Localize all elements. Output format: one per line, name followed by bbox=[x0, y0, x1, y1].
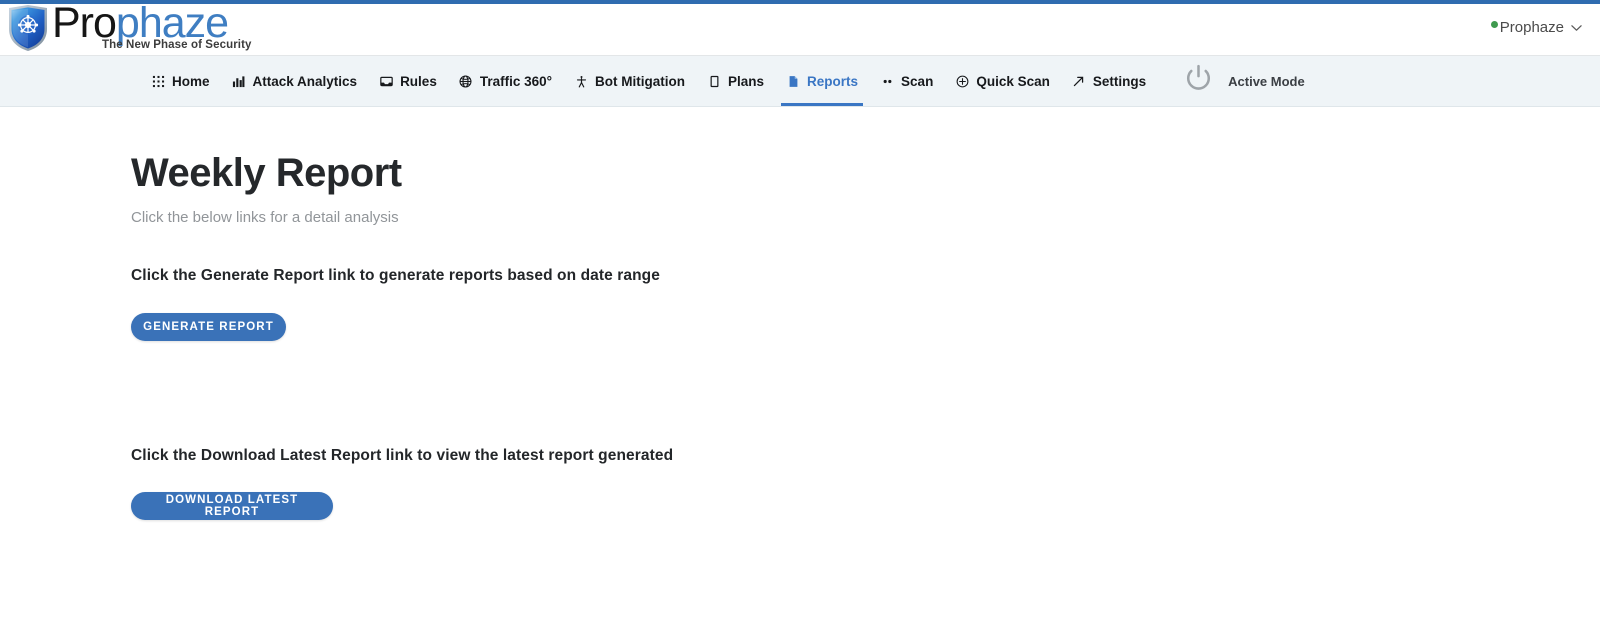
download-report-heading: Click the Download Latest Report link to… bbox=[131, 447, 674, 464]
nav-item-plans[interactable]: Plans bbox=[696, 56, 775, 106]
nav-item-rules[interactable]: Rules bbox=[368, 56, 448, 106]
chevron-down-icon bbox=[1571, 22, 1582, 34]
nav-item-attack-analytics[interactable]: Attack Analytics bbox=[221, 56, 369, 106]
nav-label: Attack Analytics bbox=[252, 73, 358, 89]
nav-item-home[interactable]: Home bbox=[140, 56, 221, 106]
active-mode-toggle[interactable]: Active Mode bbox=[1183, 56, 1325, 106]
site-header: Prophaze The New Phase of Security Proph… bbox=[0, 2, 1600, 56]
grid-icon bbox=[151, 74, 165, 88]
nav-item-quick-scan[interactable]: Quick Scan bbox=[944, 56, 1061, 106]
nav-label: Settings bbox=[1092, 73, 1147, 89]
main-content: Weekly Report Click the below links for … bbox=[0, 107, 1600, 520]
generate-report-section: Click the Generate Report link to genera… bbox=[131, 267, 1600, 341]
nav-item-traffic-360[interactable]: Traffic 360° bbox=[448, 56, 563, 106]
arrow-up-right-icon bbox=[1072, 74, 1086, 88]
account-menu[interactable]: Prophaze bbox=[1490, 19, 1582, 36]
nav-label: Reports bbox=[807, 73, 859, 89]
online-status-dot bbox=[1490, 21, 1498, 28]
download-latest-report-button[interactable]: DOWNLOAD LATEST REPORT bbox=[131, 492, 333, 520]
brand-wordmark: Prophaze bbox=[52, 2, 229, 45]
shield-logo-icon bbox=[6, 3, 50, 53]
inbox-icon bbox=[379, 74, 393, 88]
two-dots-icon bbox=[880, 74, 894, 88]
account-name: Prophaze bbox=[1499, 19, 1564, 36]
nav-label: Bot Mitigation bbox=[595, 73, 685, 89]
square-icon bbox=[707, 74, 721, 88]
nav-label: Plans bbox=[728, 73, 765, 89]
globe-icon bbox=[459, 74, 473, 88]
page-subtitle: Click the below links for a detail analy… bbox=[131, 209, 399, 226]
generate-report-button[interactable]: GENERATE REPORT bbox=[131, 313, 286, 341]
generate-report-heading: Click the Generate Report link to genera… bbox=[131, 267, 660, 284]
download-report-section: Click the Download Latest Report link to… bbox=[131, 447, 1600, 520]
nav-label: Traffic 360° bbox=[479, 73, 553, 89]
brand-tagline: The New Phase of Security bbox=[102, 39, 252, 51]
nav-label: Rules bbox=[400, 73, 437, 89]
power-icon bbox=[1183, 63, 1214, 99]
plus-circle-icon bbox=[955, 74, 969, 88]
person-icon bbox=[574, 74, 588, 88]
nav-item-reports[interactable]: Reports bbox=[775, 56, 869, 106]
nav-item-bot-mitigation[interactable]: Bot Mitigation bbox=[563, 56, 696, 106]
nav-label: Quick Scan bbox=[976, 73, 1050, 89]
active-tab-underline bbox=[781, 103, 864, 106]
nav-label: Scan bbox=[901, 73, 934, 89]
document-icon bbox=[786, 74, 800, 88]
active-mode-label: Active Mode bbox=[1228, 73, 1305, 89]
nav-item-settings[interactable]: Settings bbox=[1061, 56, 1157, 106]
bar-chart-icon bbox=[232, 74, 246, 88]
nav-item-scan[interactable]: Scan bbox=[869, 56, 944, 106]
main-navigation: Home Attack Analytics Rules Traffic 360°… bbox=[0, 56, 1600, 107]
page-title: Weekly Report bbox=[131, 151, 402, 195]
nav-label: Home bbox=[172, 73, 210, 89]
